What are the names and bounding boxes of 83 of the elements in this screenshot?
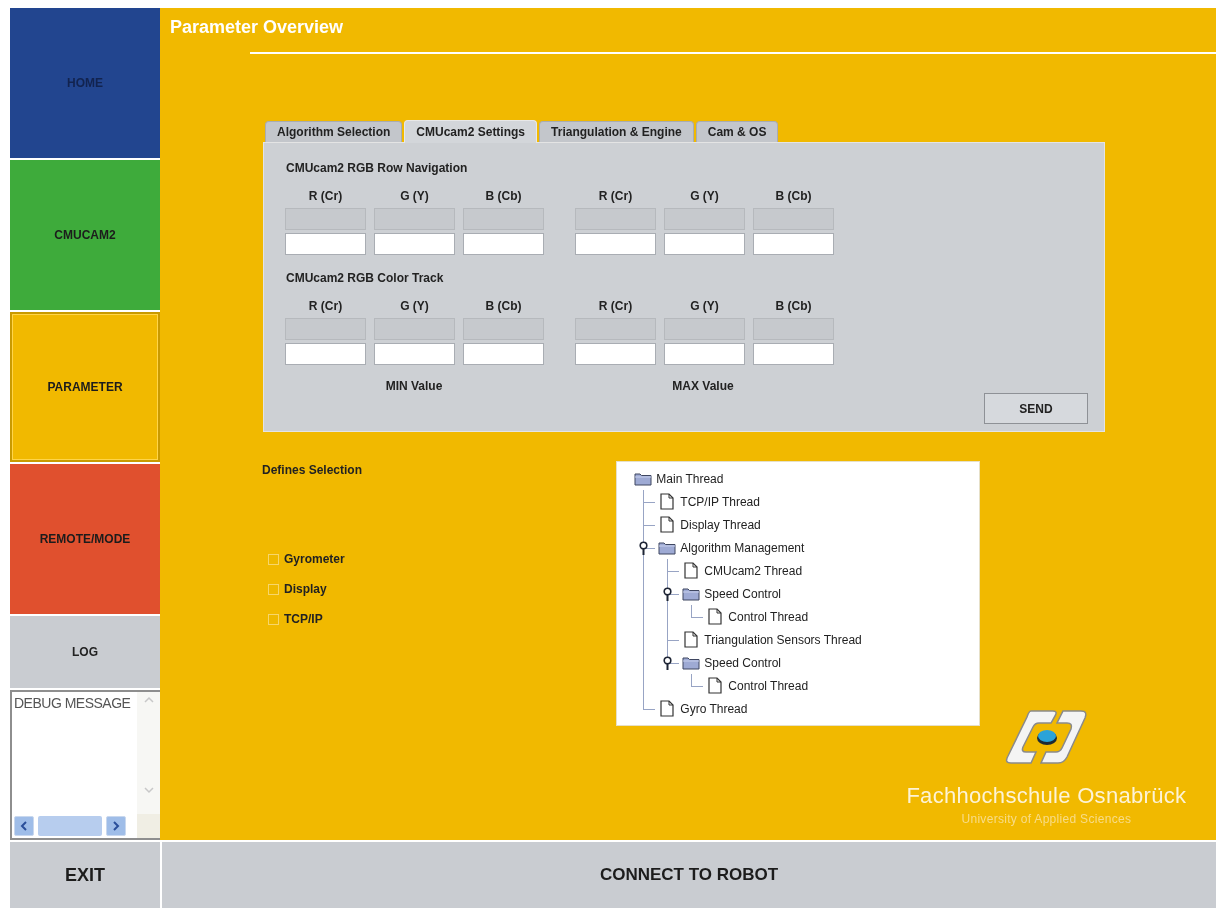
tree-item[interactable]: Triangulation Sensors Thread bbox=[682, 628, 979, 651]
scroll-thumb[interactable] bbox=[38, 816, 102, 836]
scroll-left-button[interactable] bbox=[14, 816, 34, 836]
expanded-handle-icon[interactable] bbox=[663, 656, 673, 670]
section-title: CMUcam2 RGB Color Track bbox=[286, 271, 445, 287]
tree-item[interactable]: Control Thread bbox=[706, 605, 979, 628]
debug-log-area[interactable]: DEBUG MESSAGE bbox=[10, 690, 160, 840]
channel-label: B (Cb) bbox=[485, 299, 522, 313]
channel-label: R (Cr) bbox=[598, 189, 633, 203]
value-label: MIN Value bbox=[384, 379, 444, 393]
folder-icon bbox=[634, 471, 653, 486]
input-field[interactable] bbox=[575, 233, 656, 255]
channel-label: B (Cb) bbox=[485, 189, 522, 203]
input-field[interactable] bbox=[575, 343, 656, 365]
channel-label: R (Cr) bbox=[308, 189, 343, 203]
tab[interactable]: Triangulation & Engine bbox=[539, 121, 694, 142]
tree-item[interactable]: Algorithm Management bbox=[658, 536, 979, 559]
file-icon bbox=[684, 562, 699, 579]
school-subtitle: University of Applied Sciences bbox=[961, 812, 1132, 826]
folder-icon bbox=[682, 586, 701, 601]
scroll-right-button[interactable] bbox=[106, 816, 126, 836]
school-name: Fachhochschule Osnabrück bbox=[906, 783, 1187, 809]
section-title: Defines Selection bbox=[262, 463, 363, 479]
channel-label: G (Y) bbox=[400, 299, 429, 313]
tree-item[interactable]: Speed Control bbox=[682, 651, 979, 674]
input-field[interactable] bbox=[753, 233, 834, 255]
checkbox-label: TCP/IP bbox=[284, 612, 323, 626]
folder-icon bbox=[658, 540, 677, 555]
connect-button[interactable]: CONNECT TO ROBOT bbox=[162, 842, 1216, 908]
tree-item[interactable]: Control Thread bbox=[706, 674, 979, 697]
vertical-scrollbar[interactable] bbox=[137, 692, 160, 814]
scroll-up-icon[interactable] bbox=[143, 696, 154, 703]
checkbox-label: Gyrometer bbox=[284, 552, 345, 566]
channel-label: B (Cb) bbox=[775, 189, 812, 203]
exit-button[interactable]: EXIT bbox=[10, 842, 160, 908]
input-field[interactable] bbox=[285, 233, 366, 255]
channel-label: R (Cr) bbox=[598, 299, 633, 313]
input-field[interactable] bbox=[374, 233, 455, 255]
checkbox-label: Display bbox=[284, 582, 327, 596]
page-title: Parameter Overview bbox=[169, 16, 345, 39]
channel-label: G (Y) bbox=[690, 299, 719, 313]
channel-label: G (Y) bbox=[400, 189, 429, 203]
send-button[interactable]: SEND bbox=[984, 393, 1088, 424]
checkbox[interactable] bbox=[268, 583, 279, 595]
input-field[interactable] bbox=[374, 343, 455, 365]
input-field[interactable] bbox=[664, 233, 745, 255]
folder-icon bbox=[682, 655, 701, 670]
debug-text: DEBUG MESSAGE bbox=[13, 694, 132, 713]
file-icon bbox=[660, 516, 675, 533]
nav-button[interactable]: REMOTE/MODE bbox=[10, 464, 160, 614]
tree-item[interactable]: TCP/IP Thread bbox=[658, 490, 979, 513]
input-field[interactable] bbox=[753, 343, 834, 365]
expanded-handle-icon[interactable] bbox=[639, 541, 649, 555]
tab[interactable]: CMUcam2 Settings bbox=[404, 120, 538, 143]
file-icon bbox=[708, 608, 723, 625]
section-title: CMUcam2 RGB Row Navigation bbox=[286, 161, 469, 177]
scroll-down-icon[interactable] bbox=[143, 787, 154, 794]
file-icon bbox=[660, 493, 675, 510]
value-label: MAX Value bbox=[671, 379, 735, 393]
expanded-handle-icon[interactable] bbox=[663, 587, 673, 601]
channel-label: R (Cr) bbox=[308, 299, 343, 313]
tree-item[interactable]: Gyro Thread bbox=[658, 697, 979, 720]
tab[interactable]: Cam & OS bbox=[695, 121, 779, 142]
channel-label: G (Y) bbox=[690, 189, 719, 203]
input-field[interactable] bbox=[285, 343, 366, 365]
scrollbar-corner bbox=[137, 814, 160, 838]
channel-label: B (Cb) bbox=[775, 299, 812, 313]
input-field[interactable] bbox=[664, 343, 745, 365]
file-icon bbox=[660, 700, 675, 717]
nav-button[interactable]: CMUCAM2 bbox=[10, 160, 160, 310]
log-button[interactable]: LOG bbox=[10, 616, 160, 688]
tab[interactable]: Algorithm Selection bbox=[265, 121, 403, 142]
tree-item[interactable]: CMUcam2 Thread bbox=[682, 559, 979, 582]
tree-item[interactable]: Display Thread bbox=[658, 513, 979, 536]
nav-button[interactable]: PARAMETER bbox=[10, 312, 160, 462]
checkbox[interactable] bbox=[268, 613, 279, 625]
file-icon bbox=[708, 677, 723, 694]
tree-item[interactable]: Speed Control bbox=[682, 582, 979, 605]
input-field[interactable] bbox=[463, 343, 544, 365]
input-field[interactable] bbox=[463, 233, 544, 255]
tree-item[interactable]: Main Thread bbox=[634, 467, 979, 490]
file-icon bbox=[684, 631, 699, 648]
checkbox[interactable] bbox=[268, 553, 279, 565]
